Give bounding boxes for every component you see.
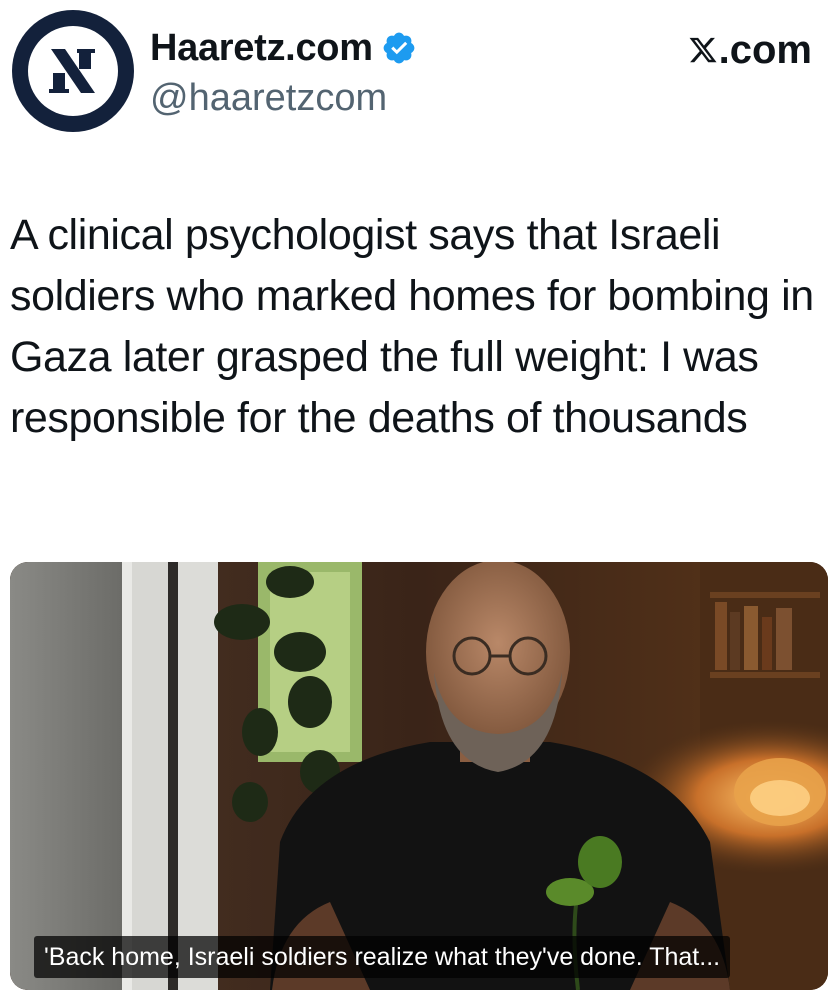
video-caption: 'Back home, Israeli soldiers realize wha… <box>34 936 731 978</box>
tweet-header: Haaretz.com @haaretzcom .com <box>0 0 836 150</box>
x-logo-icon <box>689 37 717 63</box>
source-suffix: .com <box>718 28 812 72</box>
account-handle[interactable]: @haaretzcom <box>150 76 387 120</box>
media-photo <box>10 562 828 990</box>
haaretz-aleph-logo-icon <box>28 26 118 116</box>
avatar[interactable] <box>12 10 134 132</box>
display-name[interactable]: Haaretz.com <box>150 26 373 70</box>
name-row: Haaretz.com <box>150 26 417 70</box>
tweet-text: A clinical psychologist says that Israel… <box>10 211 814 442</box>
media-card[interactable]: 'Back home, Israeli soldiers realize wha… <box>10 562 828 990</box>
source-label: .com <box>688 28 812 72</box>
verified-badge-icon <box>383 32 415 64</box>
